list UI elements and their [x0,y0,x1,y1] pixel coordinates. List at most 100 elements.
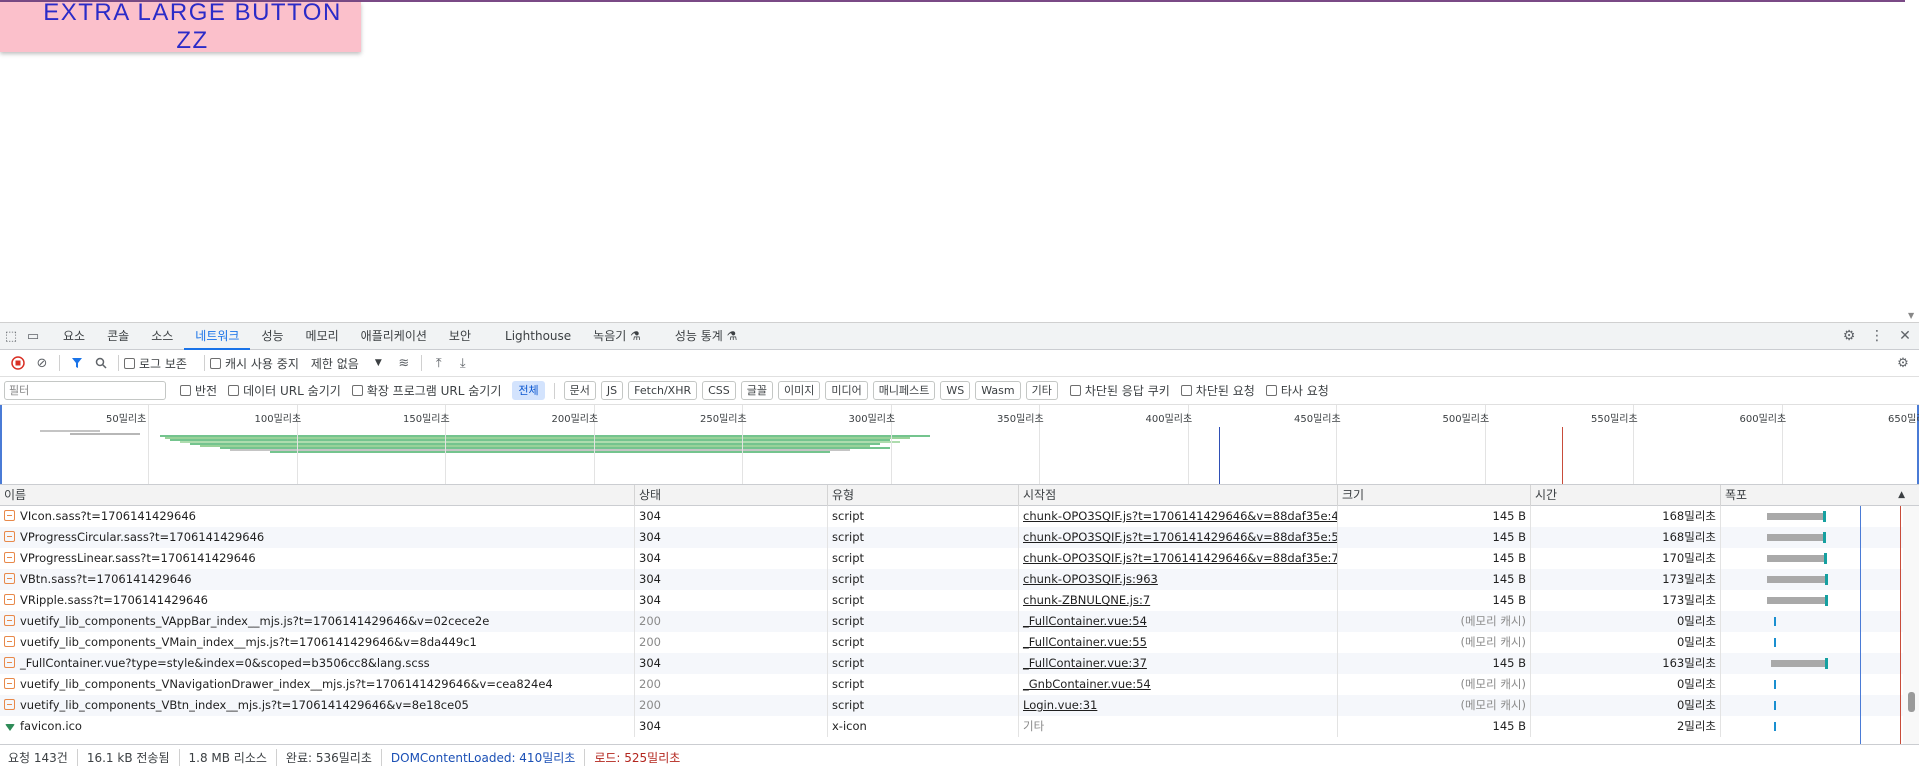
table-row[interactable]: vuetify_lib_components_VNavigationDrawer… [0,674,1903,695]
cell-name[interactable]: VProgressLinear.sass?t=1706141429646 [0,548,635,569]
blocked-requests-checkbox[interactable]: 차단된 요청 [1180,382,1255,399]
cell-initiator[interactable]: _GnbContainer.vue:54 [1019,674,1338,695]
record-stop-icon[interactable] [6,352,30,374]
checkbox-box[interactable] [1180,385,1192,396]
chip-other[interactable]: 기타 [1025,381,1058,400]
blocked-cookies-checkbox[interactable]: 차단된 응답 쿠키 [1069,382,1170,399]
network-settings-gear-icon[interactable]: ⚙ [1891,352,1915,374]
cell-waterfall[interactable] [1721,590,1903,611]
cell-waterfall[interactable] [1721,506,1903,527]
cell-initiator[interactable]: _FullContainer.vue:37 [1019,653,1338,674]
hide-extension-urls-checkbox[interactable]: 확장 프로그램 URL 숨기기 [351,382,501,399]
cell-waterfall[interactable] [1721,611,1903,632]
cell-waterfall[interactable] [1721,569,1903,590]
table-row[interactable]: VIcon.sass?t=1706141429646 304 script chunk… [0,506,1903,527]
cell-initiator[interactable]: _FullContainer.vue:54 [1019,611,1338,632]
chip-font[interactable]: 글꼴 [740,381,774,400]
page-scrollbar[interactable]: ▼ [1905,0,1919,322]
disable-cache-checkbox[interactable]: 캐시 사용 중지 [209,355,299,372]
checkbox-box[interactable] [351,385,363,396]
tab-performance-insights[interactable]: 성능 통계 ⚗ [664,323,749,350]
cell-waterfall[interactable] [1721,548,1903,569]
column-header-status[interactable]: 상태 [635,485,828,506]
chip-all[interactable]: 전체 [512,381,545,400]
initiator-link[interactable]: Login.vue:31 [1023,698,1097,712]
chip-doc[interactable]: 문서 [563,381,596,400]
chip-manifest[interactable]: 매니페스트 [872,381,936,400]
cell-name[interactable]: favicon.ico [0,716,635,737]
checkbox-box[interactable] [1069,385,1081,396]
cell-name[interactable]: vuetify_lib_components_VNavigationDrawer… [0,674,635,695]
third-party-checkbox[interactable]: 타사 요청 [1265,382,1329,399]
network-overview-timeline[interactable]: 50밀리초 100밀리초 150밀리초 200밀리초 250밀리초 300밀리초 350밀리… [0,405,1919,485]
cell-initiator[interactable]: chunk-OPO3SQIF.js?t=1706141429646&v=88da… [1019,506,1338,527]
column-header-waterfall[interactable]: 폭포 ▲ [1721,485,1919,506]
export-har-icon[interactable]: ⤓ [451,352,475,374]
cell-initiator[interactable]: _FullContainer.vue:55 [1019,632,1338,653]
table-row[interactable]: VRipple.sass?t=1706141429646 304 script chu… [0,590,1903,611]
checkbox-box[interactable] [124,357,135,369]
chip-img[interactable]: 이미지 [778,381,821,400]
import-har-icon[interactable]: ⤒ [427,352,451,374]
network-conditions-icon[interactable]: ≋ [392,352,416,374]
table-row[interactable]: VBtn.sass?t=1706141429646 304 script chunk-… [0,569,1903,590]
overview-left-handle[interactable] [0,405,3,484]
clear-icon[interactable]: ⊘ [30,352,54,374]
chip-css[interactable]: CSS [702,381,736,400]
tab-recorder[interactable]: 녹음기 ⚗ [582,323,652,350]
tab-application[interactable]: 애플리케이션 [350,323,438,350]
tab-memory[interactable]: 메모리 [295,323,350,350]
cell-initiator[interactable]: chunk-OPO3SQIF.js?t=1706141429646&v=88da… [1019,548,1338,569]
filter-icon[interactable] [65,352,89,374]
column-header-initiator[interactable]: 시작점 [1019,485,1338,506]
checkbox-box[interactable] [1265,385,1277,396]
table-row[interactable]: favicon.ico 304 x-icon 기타 145 B 2밀리초 [0,716,1903,737]
initiator-link[interactable]: chunk-OPO3SQIF.js?t=1706141429646&v=88da… [1023,509,1337,523]
initiator-link[interactable]: _FullContainer.vue:37 [1023,656,1147,670]
tab-elements[interactable]: 요소 [52,323,96,350]
tab-sources[interactable]: 소스 [140,323,184,350]
cell-waterfall[interactable] [1721,527,1903,548]
extra-large-button[interactable]: EXTRA LARGE BUTTON ZZ [0,0,361,54]
cell-name[interactable]: VIcon.sass?t=1706141429646 [0,506,635,527]
cell-initiator[interactable]: chunk-OPO3SQIF.js:963 [1019,569,1338,590]
table-row[interactable]: vuetify_lib_components_VBtn_index__mjs.j… [0,695,1903,716]
device-toolbar-icon[interactable]: ▭ [22,323,44,350]
cell-name[interactable]: vuetify_lib_components_VMain_index__mjs.… [0,632,635,653]
checkbox-box[interactable] [180,385,191,396]
column-header-type[interactable]: 유형 [828,485,1019,506]
initiator-link[interactable]: chunk-OPO3SQIF.js?t=1706141429646&v=88da… [1023,530,1337,544]
tab-console[interactable]: 콘솔 [96,323,140,350]
checkbox-box[interactable] [228,385,240,396]
scrollbar-thumb[interactable] [1908,692,1915,712]
table-row[interactable]: vuetify_lib_components_VAppBar_index__mj… [0,611,1903,632]
cell-initiator[interactable]: 기타 [1019,716,1338,737]
cell-waterfall[interactable] [1721,674,1903,695]
hide-data-urls-checkbox[interactable]: 데이터 URL 숨기기 [228,382,341,399]
tab-performance[interactable]: 성능 [250,323,294,350]
filter-input[interactable] [4,381,166,400]
settings-gear-icon[interactable]: ⚙ [1835,328,1863,344]
cell-initiator[interactable]: chunk-OPO3SQIF.js?t=1706141429646&v=88da… [1019,527,1338,548]
initiator-link[interactable]: _FullContainer.vue:54 [1023,614,1147,628]
chip-fetch-xhr[interactable]: Fetch/XHR [628,381,698,400]
initiator-link[interactable]: _GnbContainer.vue:54 [1023,677,1151,691]
table-row[interactable]: _FullContainer.vue?type=style&index=0&sc… [0,653,1903,674]
preserve-log-checkbox[interactable]: 로그 보존 [124,355,187,372]
cell-name[interactable]: vuetify_lib_components_VBtn_index__mjs.j… [0,695,635,716]
cell-waterfall[interactable] [1721,632,1903,653]
chip-wasm[interactable]: Wasm [975,381,1021,400]
cell-name[interactable]: VProgressCircular.sass?t=1706141429646 [0,527,635,548]
cell-waterfall[interactable] [1721,716,1903,737]
initiator-link[interactable]: chunk-OPO3SQIF.js?t=1706141429646&v=88da… [1023,551,1337,565]
cell-name[interactable]: _FullContainer.vue?type=style&index=0&sc… [0,653,635,674]
cell-initiator[interactable]: Login.vue:31 [1019,695,1338,716]
table-scrollbar[interactable] [1903,506,1919,744]
inspect-element-icon[interactable]: ⬚ [0,323,22,350]
chip-media[interactable]: 미디어 [825,381,868,400]
initiator-link[interactable]: _FullContainer.vue:55 [1023,635,1147,649]
table-row[interactable]: VProgressCircular.sass?t=1706141429646 30… [0,527,1903,548]
column-header-size[interactable]: 크기 [1338,485,1531,506]
cell-name[interactable]: VBtn.sass?t=1706141429646 [0,569,635,590]
column-header-time[interactable]: 시간 [1531,485,1721,506]
